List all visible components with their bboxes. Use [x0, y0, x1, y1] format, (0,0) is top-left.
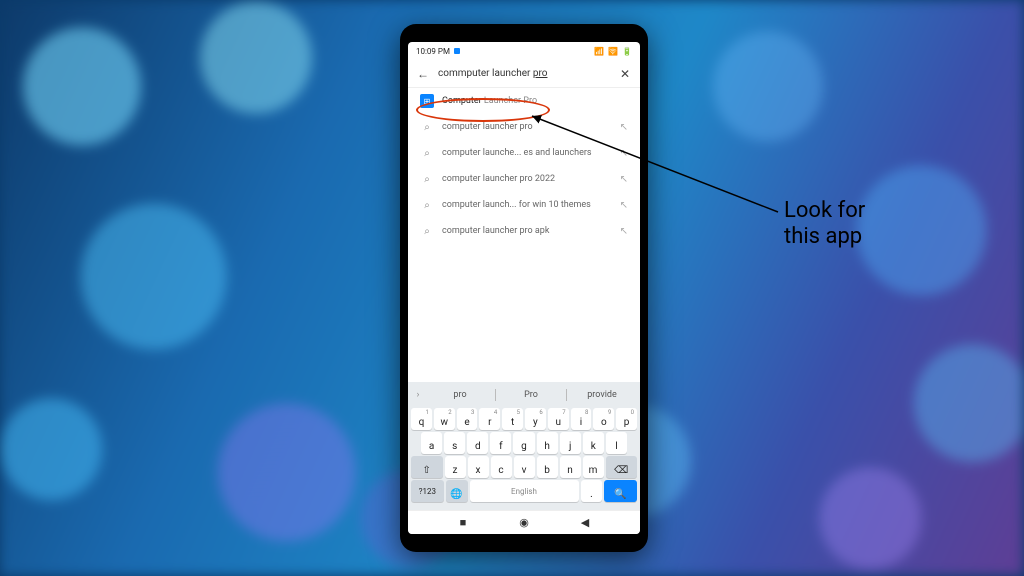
key-g[interactable]: g: [513, 432, 534, 454]
search-query-text: commputer launcher: [438, 68, 533, 79]
key-s[interactable]: s: [444, 432, 465, 454]
suggestion-item[interactable]: ⌕ computer launche... es and launchers ↖: [408, 140, 640, 166]
key-t[interactable]: 5t: [502, 408, 523, 430]
key-v[interactable]: v: [514, 456, 535, 478]
key-n[interactable]: n: [560, 456, 581, 478]
nav-home-icon[interactable]: ◉: [518, 517, 530, 529]
phone-frame: 10:09 PM 📶 🛜 🔋 ← commputer launcher pro …: [400, 24, 648, 552]
nav-back-icon[interactable]: ◀: [579, 517, 591, 529]
insert-arrow-icon[interactable]: ↖: [620, 200, 628, 211]
insert-arrow-icon[interactable]: ↖: [620, 174, 628, 185]
wifi-icon: 🛜: [608, 47, 618, 56]
chevron-right-icon[interactable]: ›: [411, 390, 425, 400]
suggestion-item[interactable]: ⌕ computer launch... for win 10 themes ↖: [408, 192, 640, 218]
key-o[interactable]: 9o: [593, 408, 614, 430]
key-r[interactable]: 4r: [479, 408, 500, 430]
insert-arrow-icon[interactable]: ↖: [620, 122, 628, 133]
key-m[interactable]: m: [583, 456, 604, 478]
key-row-3: ⇧ z x c v b n m ⌫: [411, 456, 637, 478]
search-key[interactable]: 🔍: [604, 480, 637, 502]
search-icon: ⌕: [420, 172, 434, 186]
search-query-underline: pro: [533, 68, 548, 79]
search-icon: ⌕: [420, 146, 434, 160]
key-i[interactable]: 8i: [571, 408, 592, 430]
key-row-4: ?123 🌐 English . 🔍: [411, 480, 637, 502]
search-icon: ⌕: [420, 198, 434, 212]
key-b[interactable]: b: [537, 456, 558, 478]
suggestion-label: computer launch... for win 10 themes: [442, 200, 612, 210]
battery-icon: 🔋: [622, 47, 632, 56]
prediction[interactable]: pro: [425, 390, 495, 400]
suggestions-list: ⊞ Computer Launcher Pro ⌕ computer launc…: [408, 88, 640, 382]
status-bar: 10:09 PM 📶 🛜 🔋: [408, 42, 640, 60]
suggestion-label: computer launcher pro: [442, 122, 612, 132]
space-key[interactable]: English: [470, 480, 579, 502]
nav-recents-icon[interactable]: ■: [457, 517, 469, 529]
suggestion-label: computer launche... es and launchers: [442, 148, 612, 158]
insert-arrow-icon[interactable]: ↖: [620, 148, 628, 159]
clear-icon[interactable]: ✕: [618, 67, 632, 81]
key-h[interactable]: h: [537, 432, 558, 454]
key-f[interactable]: f: [490, 432, 511, 454]
key-j[interactable]: j: [560, 432, 581, 454]
suggestion-app-result[interactable]: ⊞ Computer Launcher Pro: [408, 88, 640, 114]
status-time: 10:09 PM: [416, 47, 450, 56]
key-y[interactable]: 6y: [525, 408, 546, 430]
prediction-row: › pro Pro provide: [411, 386, 637, 404]
key-p[interactable]: 0p: [616, 408, 637, 430]
key-w[interactable]: 2w: [434, 408, 455, 430]
prediction[interactable]: provide: [567, 390, 637, 400]
key-q[interactable]: 1q: [411, 408, 432, 430]
annotation-text: Look for this app: [784, 198, 865, 251]
keyboard: › pro Pro provide 1q 2w 3e 4r 5t 6y 7u 8…: [408, 382, 640, 510]
globe-key[interactable]: 🌐: [446, 480, 468, 502]
key-row-1: 1q 2w 3e 4r 5t 6y 7u 8i 9o 0p: [411, 408, 637, 430]
backspace-key[interactable]: ⌫: [606, 456, 638, 478]
status-indicator-icon: [454, 48, 460, 54]
shift-key[interactable]: ⇧: [411, 456, 443, 478]
suggestion-label: Computer Launcher Pro: [442, 96, 628, 106]
back-icon[interactable]: ←: [416, 67, 430, 81]
symbols-key[interactable]: ?123: [411, 480, 444, 502]
suggestion-label: computer launcher pro apk: [442, 226, 612, 236]
search-icon: ⌕: [420, 120, 434, 134]
key-u[interactable]: 7u: [548, 408, 569, 430]
suggestion-item[interactable]: ⌕ computer launcher pro ↖: [408, 114, 640, 140]
suggestion-item[interactable]: ⌕ computer launcher pro apk ↖: [408, 218, 640, 244]
period-key[interactable]: .: [581, 480, 603, 502]
app-icon: ⊞: [420, 94, 434, 108]
signal-icon: 📶: [594, 47, 604, 56]
suggestion-label: computer launcher pro 2022: [442, 174, 612, 184]
key-a[interactable]: a: [421, 432, 442, 454]
key-l[interactable]: l: [606, 432, 627, 454]
key-d[interactable]: d: [467, 432, 488, 454]
android-navbar: ■ ◉ ◀: [408, 510, 640, 534]
key-e[interactable]: 3e: [457, 408, 478, 430]
search-input[interactable]: commputer launcher pro: [438, 68, 610, 79]
prediction[interactable]: Pro: [496, 390, 566, 400]
phone-screen: 10:09 PM 📶 🛜 🔋 ← commputer launcher pro …: [408, 42, 640, 534]
insert-arrow-icon[interactable]: ↖: [620, 226, 628, 237]
key-x[interactable]: x: [468, 456, 489, 478]
key-c[interactable]: c: [491, 456, 512, 478]
suggestion-item[interactable]: ⌕ computer launcher pro 2022 ↖: [408, 166, 640, 192]
key-row-2: a s d f g h j k l: [411, 432, 637, 454]
key-z[interactable]: z: [445, 456, 466, 478]
search-bar: ← commputer launcher pro ✕: [408, 60, 640, 88]
key-k[interactable]: k: [583, 432, 604, 454]
search-icon: ⌕: [420, 224, 434, 238]
